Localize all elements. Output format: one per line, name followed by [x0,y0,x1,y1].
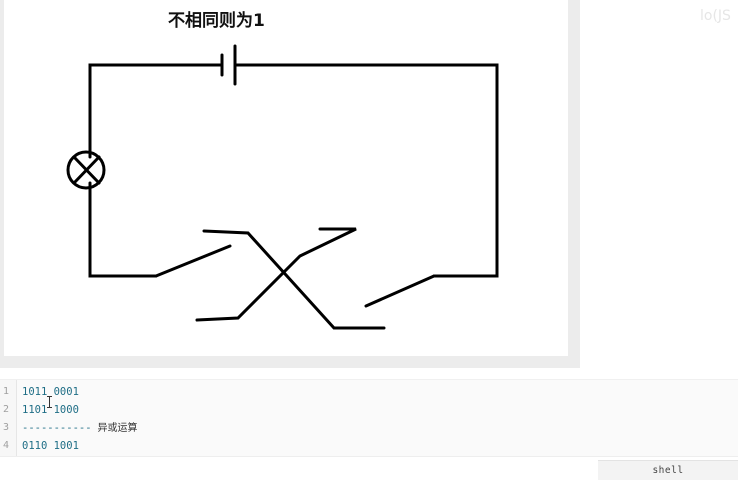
line-number: 1 [3,386,10,397]
code-text: 0110 1001 [22,440,79,452]
code-text: 1101 1000 [22,404,79,416]
code-comment: 异或运算 [97,423,138,434]
left-switch-lever [154,244,232,278]
line-number: 4 [3,440,10,451]
line-number: 2 [3,404,10,415]
slide-canvas: 不相同则为1 [4,0,568,356]
language-mode-button[interactable]: shell [598,460,738,480]
watermark-text: lo(JS [700,8,731,24]
slide-panel: 不相同则为1 [0,0,580,368]
cross-wire-b [195,227,357,322]
right-switch-lever [364,274,436,308]
circuit-diagram [66,44,499,330]
text-cursor-icon [47,396,52,408]
left-bottom-wire [88,181,158,278]
code-text: 1011 0001 [22,386,79,398]
screen: 不相同则为1 lo(JS 1 1011 0001 2 1101 1000 3 -… [0,0,738,483]
top-left-wire [88,63,224,159]
code-text: ----------- 异或运算 [22,422,138,434]
top-right-wire [233,63,499,278]
line-number: 3 [3,422,10,433]
code-editor[interactable]: 1 1011 0001 2 1101 1000 3 ----------- 异或运… [0,379,738,457]
